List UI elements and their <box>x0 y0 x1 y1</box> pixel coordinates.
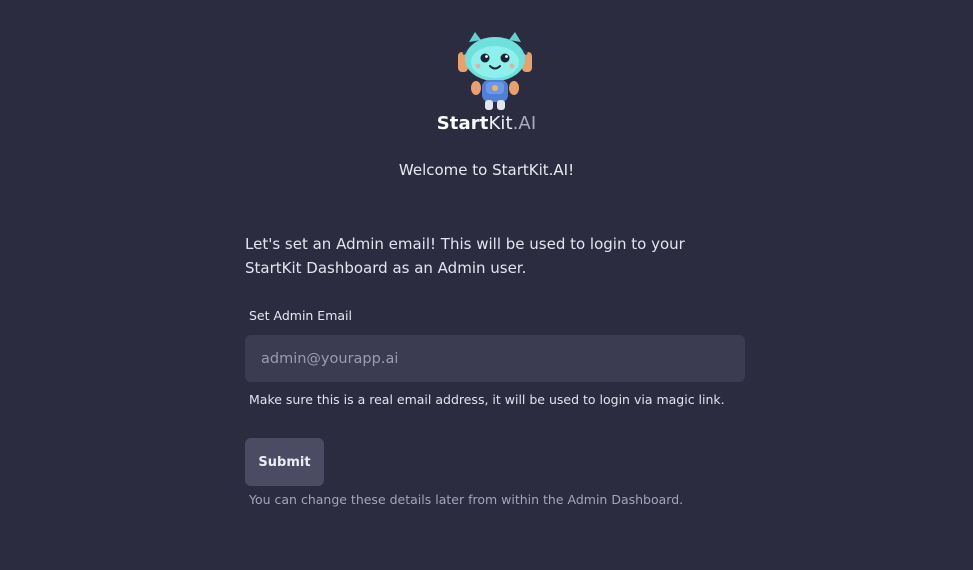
brand-name-kit: Kit <box>488 113 513 134</box>
brand-name-ai: .AI <box>512 113 537 134</box>
admin-email-input[interactable] <box>245 335 745 382</box>
brand-name-start: Start <box>436 113 489 134</box>
email-hint-text: Make sure this is a real email address, … <box>249 392 725 407</box>
submit-button[interactable]: Submit <box>245 438 324 486</box>
robot-mascot-icon <box>458 32 532 110</box>
email-field-label: Set Admin Email <box>249 308 352 323</box>
footnote-text: You can change these details later from … <box>249 492 684 507</box>
welcome-heading: Welcome to StartKit.AI! <box>398 161 575 179</box>
intro-text: Let's set an Admin email! This will be u… <box>245 235 685 277</box>
brand-name: StartKit.AI <box>0 113 973 134</box>
